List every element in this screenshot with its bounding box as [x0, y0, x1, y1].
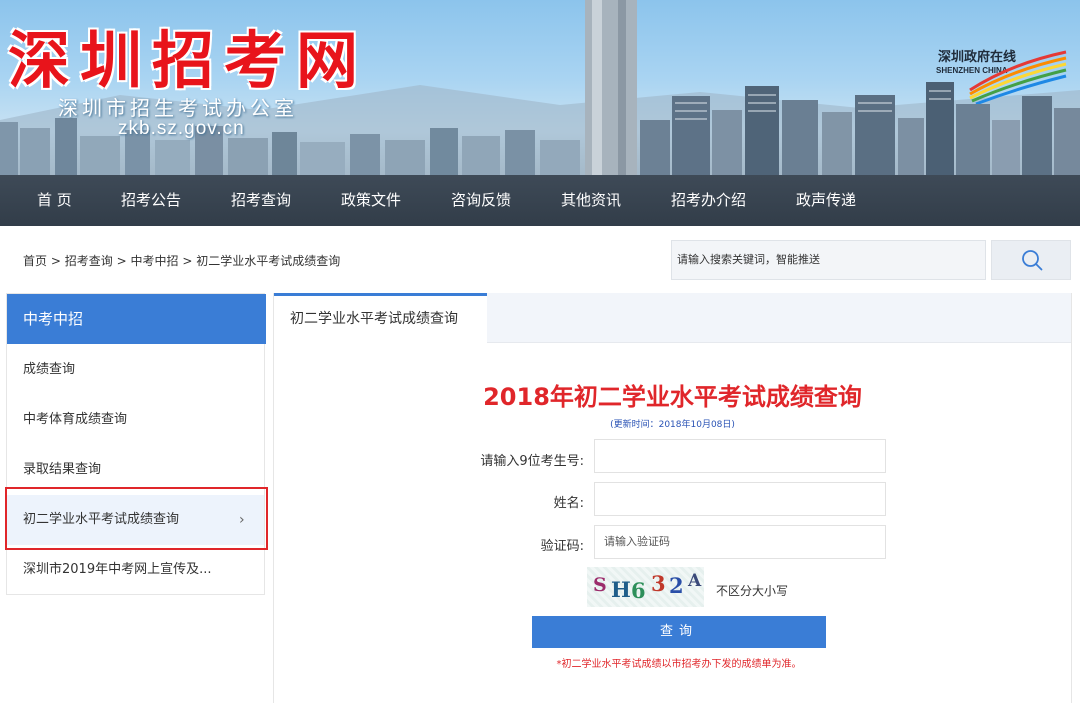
- breadcrumb-separator: >: [182, 254, 193, 268]
- captcha-input[interactable]: 请输入验证码: [594, 525, 886, 559]
- nav-item-other-news[interactable]: 其他资讯: [561, 175, 621, 226]
- site-title: 深圳招考网: [8, 24, 369, 97]
- sidebar-item-pe-score-query[interactable]: 中考体育成绩查询: [7, 395, 264, 445]
- sidebar-item-label: 成绩查询: [23, 362, 76, 377]
- updated-time-note: (更新时间：2018年10月08日): [610, 420, 735, 430]
- search-input[interactable]: 请输入搜索关键词，智能推送: [671, 240, 986, 280]
- captcha-image[interactable]: S H 6 3 2 A: [587, 567, 704, 607]
- annotation-highlight-box: [5, 487, 268, 550]
- site-domain: zkb.sz.gov.cn: [118, 118, 245, 139]
- captcha-char: 2: [669, 573, 684, 598]
- breadcrumb-item-zhongkao[interactable]: 中考中招: [130, 254, 178, 268]
- captcha-char: H: [611, 577, 631, 602]
- rainbow-swoosh-icon: [969, 50, 1067, 104]
- shenzhen-gov-logo[interactable]: 深圳政府在线 SHENZHEN CHINA: [930, 44, 1070, 104]
- nav-item-exam-query[interactable]: 招考查询: [231, 175, 291, 226]
- sidebar-item-label: 录取结果查询: [23, 462, 102, 477]
- sidebar-item-label: 深圳市2019年中考网上宣传及...: [23, 562, 212, 577]
- search-button[interactable]: [991, 240, 1071, 280]
- captcha-char: S: [593, 574, 607, 596]
- search-icon: [1022, 250, 1043, 271]
- form-title: 2018年初二学业水平考试成绩查询: [483, 383, 862, 411]
- disclaimer-note: *初二学业水平考试成绩以市招考办下发的成绩单为准。: [556, 659, 802, 670]
- breadcrumb-item-current: 初二学业水平考试成绩查询: [196, 254, 341, 268]
- captcha-char: 6: [631, 578, 646, 603]
- captcha-label: 验证码:: [540, 539, 584, 554]
- name-label: 姓名:: [553, 496, 584, 511]
- breadcrumb: 首页 > 招考查询 > 中考中招 > 初二学业水平考试成绩查询: [23, 252, 340, 269]
- main-content: 初二学业水平考试成绩查询 2018年初二学业水平考试成绩查询 (更新时间：201…: [273, 293, 1072, 703]
- nav-item-office-intro[interactable]: 招考办介绍: [671, 175, 746, 226]
- breadcrumb-separator: >: [50, 254, 61, 268]
- sidebar-item-score-query[interactable]: 成绩查询: [7, 345, 264, 395]
- sidebar-heading: 中考中招: [7, 294, 266, 344]
- captcha-char: 3: [651, 571, 666, 596]
- breadcrumb-item-exam-query[interactable]: 招考查询: [65, 254, 113, 268]
- exam-no-input[interactable]: [594, 439, 886, 473]
- captcha-char: A: [688, 571, 702, 591]
- captcha-case-note: 不区分大小写: [716, 584, 789, 598]
- breadcrumb-item-home[interactable]: 首页: [23, 254, 47, 268]
- exam-no-label: 请输入9位考生号:: [480, 454, 584, 469]
- nav-item-policy-docs[interactable]: 政策文件: [341, 175, 401, 226]
- sidebar-item-2019-promo[interactable]: 深圳市2019年中考网上宣传及...: [7, 545, 264, 595]
- breadcrumb-separator: >: [116, 254, 127, 268]
- nav-item-feedback[interactable]: 咨询反馈: [451, 175, 511, 226]
- site-subtitle: 深圳市招生考试办公室: [58, 96, 298, 120]
- query-button[interactable]: 查询: [532, 616, 826, 648]
- nav-item-home[interactable]: 首 页: [37, 175, 72, 226]
- main-nav: 首 页 招考公告 招考查询 政策文件 咨询反馈 其他资讯 招考办介绍 政声传递: [0, 175, 1080, 226]
- site-banner: 深圳招考网 深圳市招生考试办公室 zkb.sz.gov.cn 深圳政府在线 SH…: [0, 0, 1080, 175]
- tab-grade8-score-query[interactable]: 初二学业水平考试成绩查询: [274, 293, 487, 344]
- nav-item-announcements[interactable]: 招考公告: [121, 175, 181, 226]
- name-input[interactable]: [594, 482, 886, 516]
- sidebar-item-label: 中考体育成绩查询: [23, 412, 128, 427]
- nav-item-gov-voice[interactable]: 政声传递: [796, 175, 856, 226]
